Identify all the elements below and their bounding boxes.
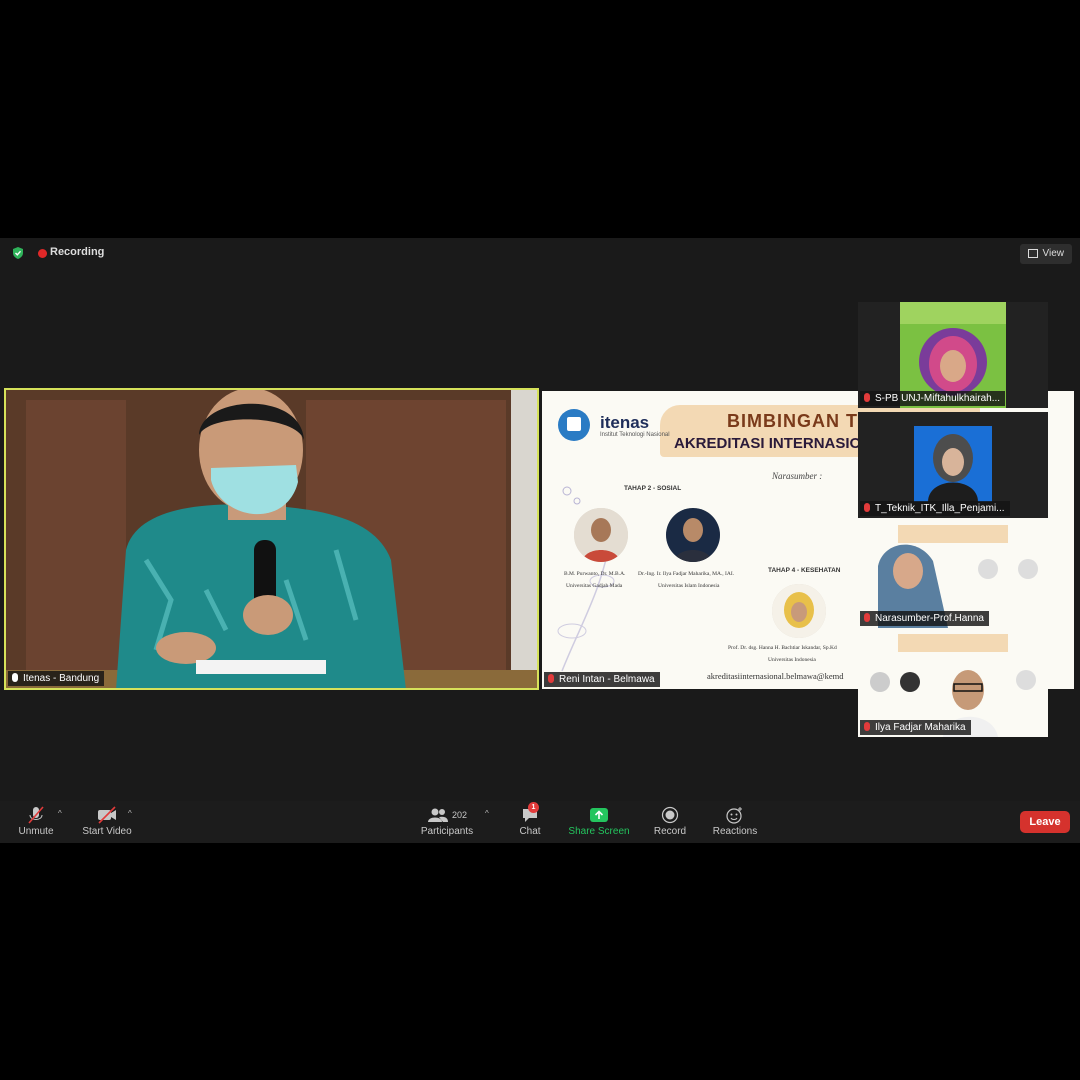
video-off-icon xyxy=(98,806,116,824)
start-video-button[interactable]: Start Video xyxy=(80,806,134,837)
zoom-window: Recording View Itenas - Bandung itenas I… xyxy=(0,238,1080,843)
participants-count: 202 xyxy=(451,810,468,820)
speaker-photo xyxy=(574,508,628,562)
participant-tile[interactable]: Ilya Fadjar Maharika xyxy=(858,630,1048,737)
participants-icon xyxy=(427,808,448,822)
speaker-name: Dr.-Ing. Ir. Ilya Fadjar Maharika, MA., … xyxy=(638,571,735,577)
microphone-icon xyxy=(12,673,18,682)
muted-microphone-icon xyxy=(864,503,870,512)
muted-mic-icon xyxy=(28,806,44,824)
leave-button[interactable]: Leave xyxy=(1020,811,1070,833)
participant-name: Ilya Fadjar Maharika xyxy=(875,722,966,733)
record-label: Record xyxy=(653,826,687,837)
section-label: TAHAP 2 - SOSIAL xyxy=(624,485,682,492)
share-screen-label: Share Screen xyxy=(568,826,630,837)
recording-label: Recording xyxy=(50,246,105,258)
kemdikbud-logo-icon xyxy=(558,409,590,441)
view-label: View xyxy=(1042,248,1065,259)
speaker-affiliation: Universitas Islam Indonesia xyxy=(658,583,720,589)
reactions-icon xyxy=(726,807,742,824)
speaker-photo xyxy=(772,584,826,638)
speaker-affiliation: Universitas Gadjah Mada xyxy=(566,583,623,589)
speaker-video-frame xyxy=(6,390,537,688)
participant-name-tag: Reni Intan - Belmawa xyxy=(544,672,660,687)
participants-label: Participants xyxy=(420,826,474,837)
section-label: TAHAP 4 - KESEHATAN xyxy=(768,567,841,574)
contact-email: akreditasiinternasional.belmawa@kemd xyxy=(707,671,844,681)
narasumber-label: Narasumber : xyxy=(772,471,823,481)
participant-name: Narasumber-Prof.Hanna xyxy=(875,613,984,624)
participant-name-tag: Ilya Fadjar Maharika xyxy=(860,720,971,735)
grid-view-icon xyxy=(1027,248,1038,258)
muted-microphone-icon xyxy=(864,613,870,622)
itenas-logo: itenas xyxy=(600,413,650,432)
chat-unread-badge: 1 xyxy=(528,802,539,813)
participant-tile[interactable]: S-PB UNJ-Miftahulkhairah... xyxy=(858,302,1048,408)
speaker-name: Prof. Dr. dsg. Hanna H. Bachtiar Iskanda… xyxy=(728,645,837,651)
security-shield-icon[interactable] xyxy=(12,247,24,259)
view-button[interactable]: View xyxy=(1019,244,1072,264)
record-icon xyxy=(661,806,679,824)
participant-name: S-PB UNJ-Miftahulkhairah... xyxy=(875,393,1001,404)
video-options-chevron-icon[interactable]: ^ xyxy=(128,809,132,818)
muted-microphone-icon xyxy=(864,722,870,731)
meeting-toolbar: Unmute ^ Start Video ^ 202 Participants … xyxy=(0,801,1080,843)
share-screen-button[interactable]: Share Screen xyxy=(566,806,632,837)
reactions-button[interactable]: Reactions xyxy=(710,806,760,837)
participant-name: T_Teknik_ITK_Illa_Penjami... xyxy=(875,503,1005,514)
unmute-button[interactable]: Unmute xyxy=(16,806,56,837)
muted-microphone-icon xyxy=(548,674,554,683)
speaker-affiliation: Universitas Indonesia xyxy=(768,657,816,663)
participant-name-tag: Narasumber-Prof.Hanna xyxy=(860,611,989,626)
recording-indicator-icon xyxy=(38,249,47,258)
unmute-label: Unmute xyxy=(18,826,54,837)
participant-tile[interactable]: Narasumber-Prof.Hanna xyxy=(858,521,1048,628)
slide-title-line1: BIMBINGAN TE xyxy=(727,411,871,431)
participant-name: Reni Intan - Belmawa xyxy=(559,674,655,685)
participant-tile[interactable]: T_Teknik_ITK_Illa_Penjami... xyxy=(858,412,1048,518)
itenas-subtitle: Institut Teknologi Nasional xyxy=(600,432,670,438)
participants-button[interactable]: 202 Participants xyxy=(418,806,476,837)
record-button[interactable]: Record xyxy=(650,806,690,837)
reactions-label: Reactions xyxy=(712,826,758,837)
participant-name-tag: Itenas - Bandung xyxy=(8,671,105,686)
participant-name-tag: T_Teknik_ITK_Illa_Penjami... xyxy=(860,501,1010,516)
top-status-bar: Recording View xyxy=(0,238,1080,268)
participant-video xyxy=(914,426,992,502)
chat-button[interactable]: 1 Chat xyxy=(515,802,545,837)
active-speaker-video[interactable]: Itenas - Bandung xyxy=(4,388,539,690)
share-screen-icon xyxy=(590,808,608,822)
audio-options-chevron-icon[interactable]: ^ xyxy=(58,809,62,818)
start-video-label: Start Video xyxy=(82,826,132,837)
speaker-name: B.M. Purwanto, Dr. M.B.A. xyxy=(564,571,626,577)
participant-name-tag: S-PB UNJ-Miftahulkhairah... xyxy=(860,391,1006,406)
speaker-photo xyxy=(666,508,720,562)
muted-microphone-icon xyxy=(864,393,870,402)
participant-name: Itenas - Bandung xyxy=(23,673,100,684)
participants-options-chevron-icon[interactable]: ^ xyxy=(485,809,489,818)
chat-label: Chat xyxy=(519,826,541,837)
